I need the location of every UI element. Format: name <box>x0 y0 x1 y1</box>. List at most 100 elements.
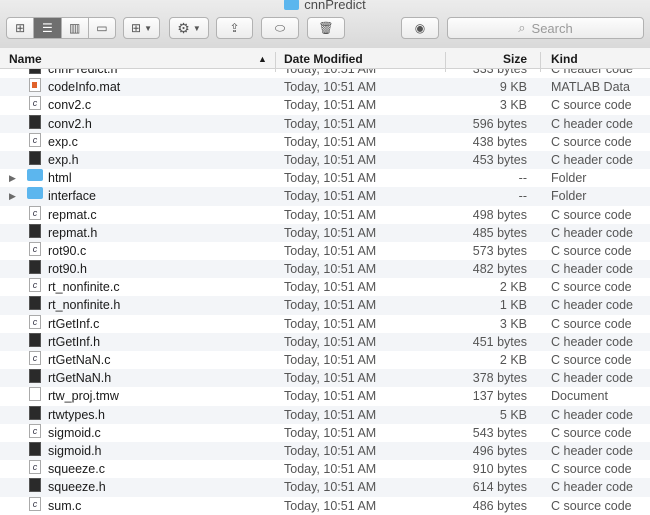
table-row[interactable]: ▶ interface Today, 10:51 AM -- Folder <box>0 187 650 206</box>
toolbar: cnnPredict ⊞ ☰ ▥ ▭ ⊞ ▼ ⚙ ▼ ⇪ ⬭ 🗑 ◉ ⌕ Search <box>0 0 650 49</box>
column-divider[interactable] <box>540 52 541 72</box>
file-name: rot90.h <box>48 262 87 277</box>
file-size: 573 bytes <box>472 243 527 258</box>
table-row[interactable]: rtGetInf.h Today, 10:51 AM 451 bytes C head… <box>0 332 650 351</box>
column-header-kind[interactable]: Kind <box>551 52 578 66</box>
cover-flow-button[interactable]: ▭ <box>89 18 115 38</box>
column-view-button[interactable]: ▥ <box>62 18 89 38</box>
date-modified: Today, 10:51 AM <box>284 316 377 331</box>
table-row[interactable]: repmat.h Today, 10:51 AM 485 bytes C header… <box>0 223 650 242</box>
file-name: rt_nonfinite.c <box>48 280 120 295</box>
table-row[interactable]: c squeeze.c Today, 10:51 AM 910 bytes C sour… <box>0 460 650 478</box>
h-file-icon <box>29 369 41 384</box>
column-header-size[interactable]: Size <box>503 52 527 66</box>
file-kind: C header code <box>551 116 634 131</box>
chevron-down-icon: ▼ <box>144 23 152 33</box>
trash-icon: 🗑 <box>318 21 334 35</box>
file-size: 438 bytes <box>472 134 527 149</box>
h-file-icon <box>29 478 41 493</box>
arrange-button[interactable]: ⊞ ▼ <box>123 17 160 39</box>
share-button[interactable]: ⇪ <box>216 17 253 39</box>
date-modified: Today, 10:51 AM <box>284 443 377 458</box>
file-size: 486 bytes <box>472 498 527 513</box>
date-modified: Today, 10:51 AM <box>284 98 377 113</box>
table-row[interactable]: c rtGetNaN.c Today, 10:51 AM 2 KB C source c… <box>0 351 650 369</box>
table-row[interactable]: c exp.c Today, 10:51 AM 438 bytes C source c… <box>0 132 650 151</box>
column-header-name[interactable]: Name <box>9 52 42 66</box>
c-file-icon: c <box>29 314 41 329</box>
table-row[interactable]: conv2.h Today, 10:51 AM 596 bytes C header … <box>0 114 650 133</box>
list-view-button[interactable]: ☰ <box>34 18 62 38</box>
file-list: cnnPredict.h Today, 10:51 AM 333 bytes C he… <box>0 60 650 515</box>
file-kind: C source code <box>551 425 632 440</box>
file-size: 496 bytes <box>472 443 527 458</box>
column-divider[interactable] <box>445 52 446 72</box>
file-name: conv2.h <box>48 116 92 131</box>
file-kind: C source code <box>551 280 632 295</box>
tags-button[interactable]: ⬭ <box>261 17 299 39</box>
table-row[interactable]: codeInfo.mat Today, 10:51 AM 9 KB MATLAB Da… <box>0 78 650 97</box>
table-row[interactable]: rtw_proj.tmw Today, 10:51 AM 137 bytes Docu… <box>0 387 650 405</box>
table-row[interactable]: rtGetNaN.h Today, 10:51 AM 378 bytes C head… <box>0 369 650 388</box>
file-kind: C header code <box>551 407 634 422</box>
h-file-icon <box>29 332 41 347</box>
file-kind: Document <box>551 389 608 404</box>
file-size: 482 bytes <box>472 262 527 277</box>
file-size: 3 KB <box>499 98 527 113</box>
file-name: exp.c <box>48 134 78 149</box>
table-row[interactable]: exp.h Today, 10:51 AM 453 bytes C header co… <box>0 150 650 170</box>
table-row[interactable]: c rot90.c Today, 10:51 AM 573 bytes C source… <box>0 241 650 260</box>
date-modified: Today, 10:51 AM <box>284 152 377 167</box>
table-row[interactable]: c repmat.c Today, 10:51 AM 498 bytes C sourc… <box>0 205 650 224</box>
table-row[interactable]: ▶ html Today, 10:51 AM -- Folder <box>0 169 650 187</box>
c-file-icon: c <box>29 241 41 256</box>
file-kind: C source code <box>551 462 632 477</box>
date-modified: Today, 10:51 AM <box>284 462 377 477</box>
disclosure-triangle-icon[interactable]: ▶ <box>9 187 16 205</box>
table-row[interactable]: rot90.h Today, 10:51 AM 482 bytes C header … <box>0 260 650 279</box>
file-kind: C source code <box>551 134 632 149</box>
file-name: html <box>48 171 72 186</box>
date-modified: Today, 10:51 AM <box>284 116 377 131</box>
table-row[interactable]: rt_nonfinite.h Today, 10:51 AM 1 KB C heade… <box>0 296 650 315</box>
file-size: 137 bytes <box>472 389 527 404</box>
table-row[interactable]: c sum.c Today, 10:51 AM 486 bytes C source c… <box>0 496 650 515</box>
file-size: 543 bytes <box>472 425 527 440</box>
table-row[interactable]: c rt_nonfinite.c Today, 10:51 AM 2 KB C sour… <box>0 278 650 296</box>
table-row[interactable]: c rtGetInf.c Today, 10:51 AM 3 KB C source c… <box>0 314 650 333</box>
file-kind: C header code <box>551 262 634 277</box>
file-name: rtwtypes.h <box>48 407 105 422</box>
table-row[interactable]: c conv2.c Today, 10:51 AM 3 KB C source code <box>0 96 650 114</box>
table-row[interactable]: sigmoid.h Today, 10:51 AM 496 bytes C heade… <box>0 441 650 461</box>
quick-look-button[interactable]: ◉ <box>401 17 439 39</box>
column-header-date[interactable]: Date Modified <box>284 52 363 66</box>
h-file-icon <box>29 296 41 311</box>
table-row[interactable]: rtwtypes.h Today, 10:51 AM 5 KB C header co… <box>0 405 650 424</box>
search-field[interactable]: ⌕ Search <box>447 17 644 39</box>
file-kind: C header code <box>551 371 634 386</box>
grid-icon: ⊞ <box>131 21 142 35</box>
disclosure-triangle-icon[interactable]: ▶ <box>9 169 16 187</box>
delete-button[interactable]: 🗑 <box>307 17 345 39</box>
table-row[interactable]: squeeze.h Today, 10:51 AM 614 bytes C heade… <box>0 478 650 497</box>
file-kind: C source code <box>551 498 632 513</box>
file-size: 2 KB <box>499 280 527 295</box>
document-icon <box>29 387 41 402</box>
file-size: 614 bytes <box>472 480 527 495</box>
sort-chevron-up-icon[interactable]: ▲ <box>258 54 267 64</box>
tag-icon: ⬭ <box>274 20 286 35</box>
file-kind: C source code <box>551 353 632 367</box>
icon-view-button[interactable]: ⊞ <box>7 18 35 38</box>
file-size: -- <box>518 189 527 204</box>
action-button[interactable]: ⚙ ▼ <box>169 17 209 39</box>
eye-icon: ◉ <box>414 21 426 35</box>
file-name: exp.h <box>48 152 79 167</box>
file-name: repmat.c <box>48 207 97 222</box>
column-divider[interactable] <box>275 52 276 72</box>
c-file-icon: c <box>29 278 41 293</box>
table-row[interactable]: c sigmoid.c Today, 10:51 AM 543 bytes C sour… <box>0 423 650 442</box>
column-header: Name ▲ Date Modified Size Kind <box>0 48 650 72</box>
h-file-icon <box>29 150 41 165</box>
date-modified: Today, 10:51 AM <box>284 298 377 313</box>
c-file-icon: c <box>29 460 41 475</box>
